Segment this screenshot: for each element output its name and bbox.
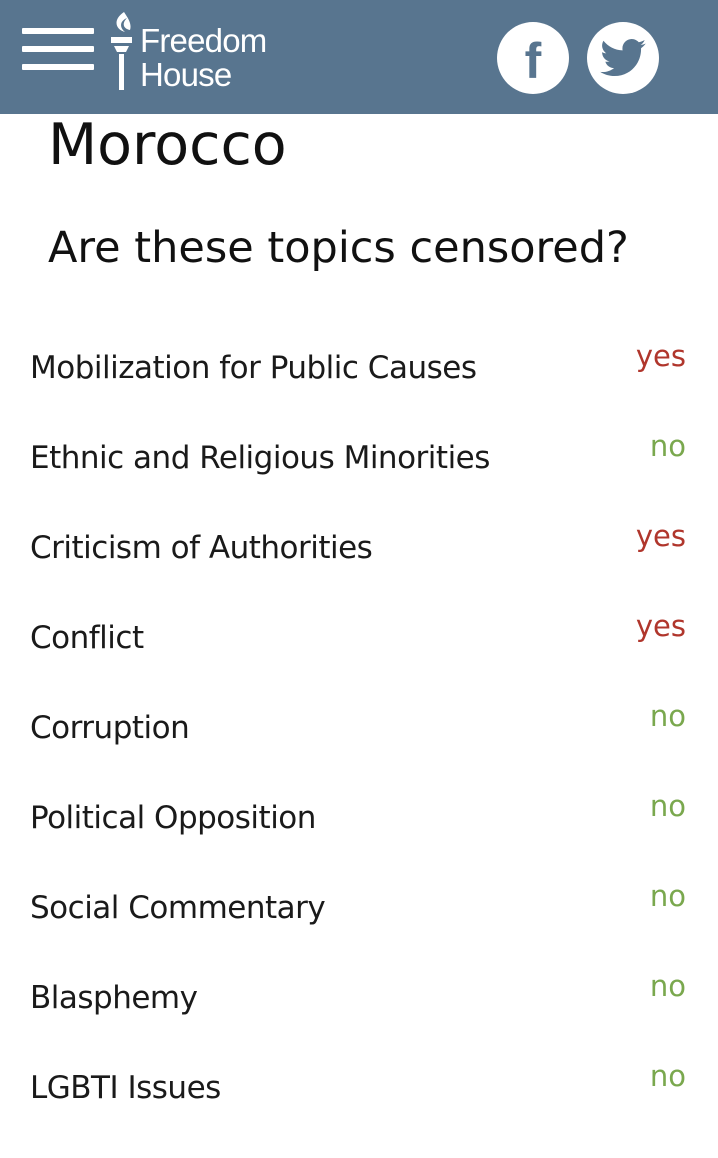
- app-header: Freedom House f: [0, 0, 718, 114]
- topic-row: Social Commentary no: [0, 879, 718, 978]
- country-title: Morocco: [48, 112, 287, 178]
- topic-row: Ethnic and Religious Minorities no: [0, 429, 718, 528]
- menu-bar: [22, 28, 94, 34]
- censored-answer: no: [649, 969, 686, 1003]
- topic-label: Political Opposition: [30, 800, 316, 836]
- censored-answer: no: [649, 699, 686, 733]
- topic-label: Social Commentary: [30, 890, 326, 926]
- topic-row: Blasphemy no: [0, 969, 718, 1068]
- topic-label: Mobilization for Public Causes: [30, 350, 477, 386]
- topic-label: Corruption: [30, 710, 190, 746]
- logo-text-line1: Freedom: [140, 22, 267, 59]
- logo-text-line2: House: [140, 56, 232, 93]
- topic-label: Ethnic and Religious Minorities: [30, 440, 490, 476]
- censored-answer: no: [649, 429, 686, 463]
- topic-row: Mobilization for Public Causes yes: [0, 339, 718, 438]
- facebook-icon[interactable]: f: [497, 22, 569, 94]
- topic-label: Conflict: [30, 620, 144, 656]
- topic-row: Political Opposition no: [0, 789, 718, 888]
- censored-answer: no: [649, 1059, 686, 1093]
- menu-bar: [22, 64, 94, 70]
- torch-icon: [111, 12, 132, 90]
- topic-row: Corruption no: [0, 699, 718, 798]
- censored-answer: yes: [635, 519, 686, 553]
- censored-answer: yes: [635, 339, 686, 373]
- topic-row: Criticism of Authorities yes: [0, 519, 718, 618]
- censored-answer: no: [649, 879, 686, 913]
- censored-answer: no: [649, 789, 686, 823]
- facebook-glyph: f: [524, 33, 542, 89]
- twitter-icon[interactable]: [587, 22, 659, 94]
- topic-row: Conflict yes: [0, 609, 718, 708]
- freedom-house-logo[interactable]: Freedom House: [106, 10, 306, 94]
- menu-bar: [22, 46, 94, 52]
- censored-answer: yes: [635, 609, 686, 643]
- topic-label: Blasphemy: [30, 980, 198, 1016]
- twitter-bird-icon: [600, 39, 646, 77]
- censorship-question: Are these topics censored?: [48, 223, 629, 273]
- topic-label: LGBTI Issues: [30, 1070, 221, 1106]
- hamburger-menu-icon[interactable]: [22, 28, 94, 80]
- topic-label: Criticism of Authorities: [30, 530, 373, 566]
- topic-row: LGBTI Issues no: [0, 1059, 718, 1158]
